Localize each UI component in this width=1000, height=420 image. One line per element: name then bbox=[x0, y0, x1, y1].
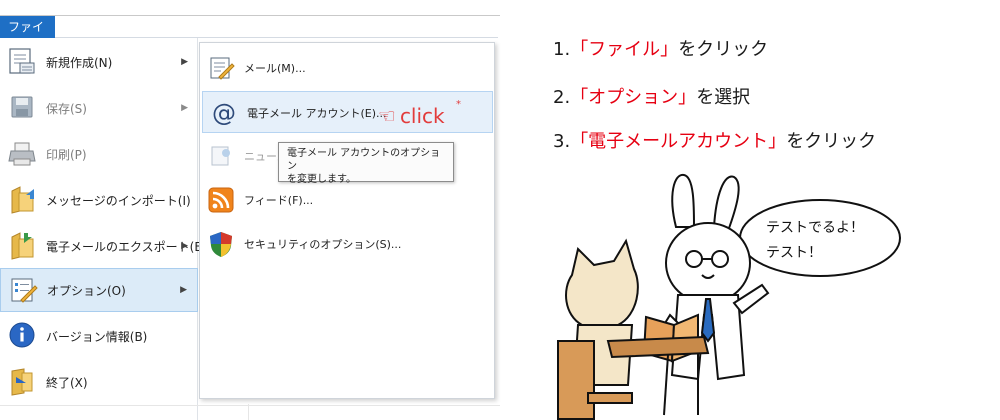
submenu-item-email-account[interactable]: @ 電子メール アカウント(E)... bbox=[202, 91, 493, 133]
tooltip-line: 電子メール アカウントのオプション bbox=[287, 148, 441, 172]
at-sign-icon: @ bbox=[212, 99, 236, 127]
submenu-item-label: 電子メール アカウント(E)... bbox=[247, 107, 387, 120]
options-submenu: メール(M)... @ 電子メール アカウント(E)... ニュース フィード(… bbox=[199, 42, 495, 399]
printer-icon bbox=[8, 142, 36, 166]
email-account-tooltip: 電子メール アカウントのオプション を変更します。 bbox=[278, 142, 454, 185]
submenu-arrow-icon: ▶ bbox=[180, 285, 187, 295]
export-folder-icon bbox=[11, 232, 34, 260]
menu-item-save[interactable]: 保存(S) ▶ bbox=[0, 86, 198, 130]
menu-item-about[interactable]: バージョン情報(B) bbox=[0, 314, 198, 358]
svg-text:@: @ bbox=[212, 99, 236, 127]
rss-feed-icon bbox=[208, 187, 234, 213]
menu-item-import[interactable]: メッセージのインポート(I) bbox=[0, 178, 198, 222]
submenu-item-label: セキュリティのオプション(S)... bbox=[244, 238, 402, 251]
menu-item-label: 新規作成(N) bbox=[46, 55, 113, 70]
step-text: を選択 bbox=[696, 87, 751, 108]
menu-item-export[interactable]: 電子メールのエクスポート(E) ▶ bbox=[0, 224, 207, 268]
menu-item-label: メッセージのインポート(I) bbox=[46, 193, 191, 208]
bottom-divider-tick bbox=[248, 404, 249, 420]
mail-app-window: ファイル 新規作成(N) ▶ 保存(S) ▶ bbox=[0, 0, 500, 420]
rabbit-teacher-illustration: テストでるよ！ テスト！ bbox=[557, 173, 901, 420]
menu-item-label: オプション(O) bbox=[47, 283, 126, 298]
title-strip bbox=[0, 0, 500, 16]
submenu-item-label: メール(M)... bbox=[244, 62, 306, 75]
click-annotation-text: click bbox=[399, 104, 445, 128]
news-icon bbox=[211, 146, 230, 166]
menu-item-options[interactable]: オプション(O) ▶ bbox=[0, 268, 198, 312]
security-shield-icon bbox=[210, 232, 232, 257]
step-highlight: 「電子メールアカウント」 bbox=[570, 131, 787, 152]
submenu-arrow-icon: ▶ bbox=[181, 103, 188, 113]
menu-item-label: 終了(X) bbox=[46, 375, 88, 390]
speech-bubble: テストでるよ！ テスト！ bbox=[729, 199, 901, 277]
click-annotation: ☜ click ⁎ bbox=[378, 96, 461, 128]
options-icon bbox=[11, 278, 38, 303]
menu-item-label: バージョン情報(B) bbox=[46, 329, 148, 344]
step-number: 2. bbox=[553, 87, 571, 108]
menu-item-label: 印刷(P) bbox=[46, 147, 87, 162]
step-3: 3.「電子メールアカウント」をクリック bbox=[553, 127, 973, 153]
new-document-icon bbox=[9, 48, 35, 74]
menu-item-new[interactable]: 新規作成(N) ▶ bbox=[0, 40, 198, 84]
speech-line: テストでるよ！ bbox=[766, 220, 864, 236]
submenu-item-label: フィード(F)... bbox=[244, 194, 314, 207]
info-icon bbox=[9, 322, 35, 348]
tooltip-line: を変更します。 bbox=[287, 174, 356, 185]
step-text: をクリック bbox=[678, 39, 769, 60]
step-number: 3. bbox=[553, 131, 571, 152]
menu-item-exit[interactable]: 終了(X) bbox=[0, 360, 198, 404]
submenu-item-mail[interactable]: メール(M)... bbox=[200, 47, 494, 89]
step-highlight: 「ファイル」 bbox=[570, 39, 679, 60]
step-number: 1. bbox=[553, 39, 571, 60]
menu-item-print[interactable]: 印刷(P) bbox=[0, 132, 198, 176]
sparkle-icon: ⁎ bbox=[456, 96, 461, 107]
file-menu: 新規作成(N) ▶ 保存(S) ▶ 印刷(P) メッセージのインポート(I) 電… bbox=[0, 38, 207, 420]
menu-item-label: 保存(S) bbox=[46, 101, 87, 116]
save-icon bbox=[11, 96, 33, 118]
step-2: 2.「オプション」を選択 bbox=[553, 83, 973, 109]
step-highlight: 「オプション」 bbox=[570, 87, 697, 108]
pointing-hand-icon: ☜ bbox=[378, 104, 396, 128]
bottom-divider bbox=[0, 405, 500, 406]
speech-line: テスト！ bbox=[766, 245, 822, 261]
submenu-arrow-icon: ▶ bbox=[181, 241, 188, 251]
import-folder-icon bbox=[11, 186, 34, 214]
submenu-arrow-icon: ▶ bbox=[181, 57, 188, 67]
mail-options-icon bbox=[210, 57, 235, 80]
step-text: をクリック bbox=[786, 131, 877, 152]
submenu-item-security[interactable]: セキュリティのオプション(S)... bbox=[200, 223, 494, 265]
step-1: 1.「ファイル」をクリック bbox=[553, 35, 973, 61]
exit-icon bbox=[11, 368, 33, 396]
file-tab[interactable]: ファイル bbox=[0, 16, 55, 56]
